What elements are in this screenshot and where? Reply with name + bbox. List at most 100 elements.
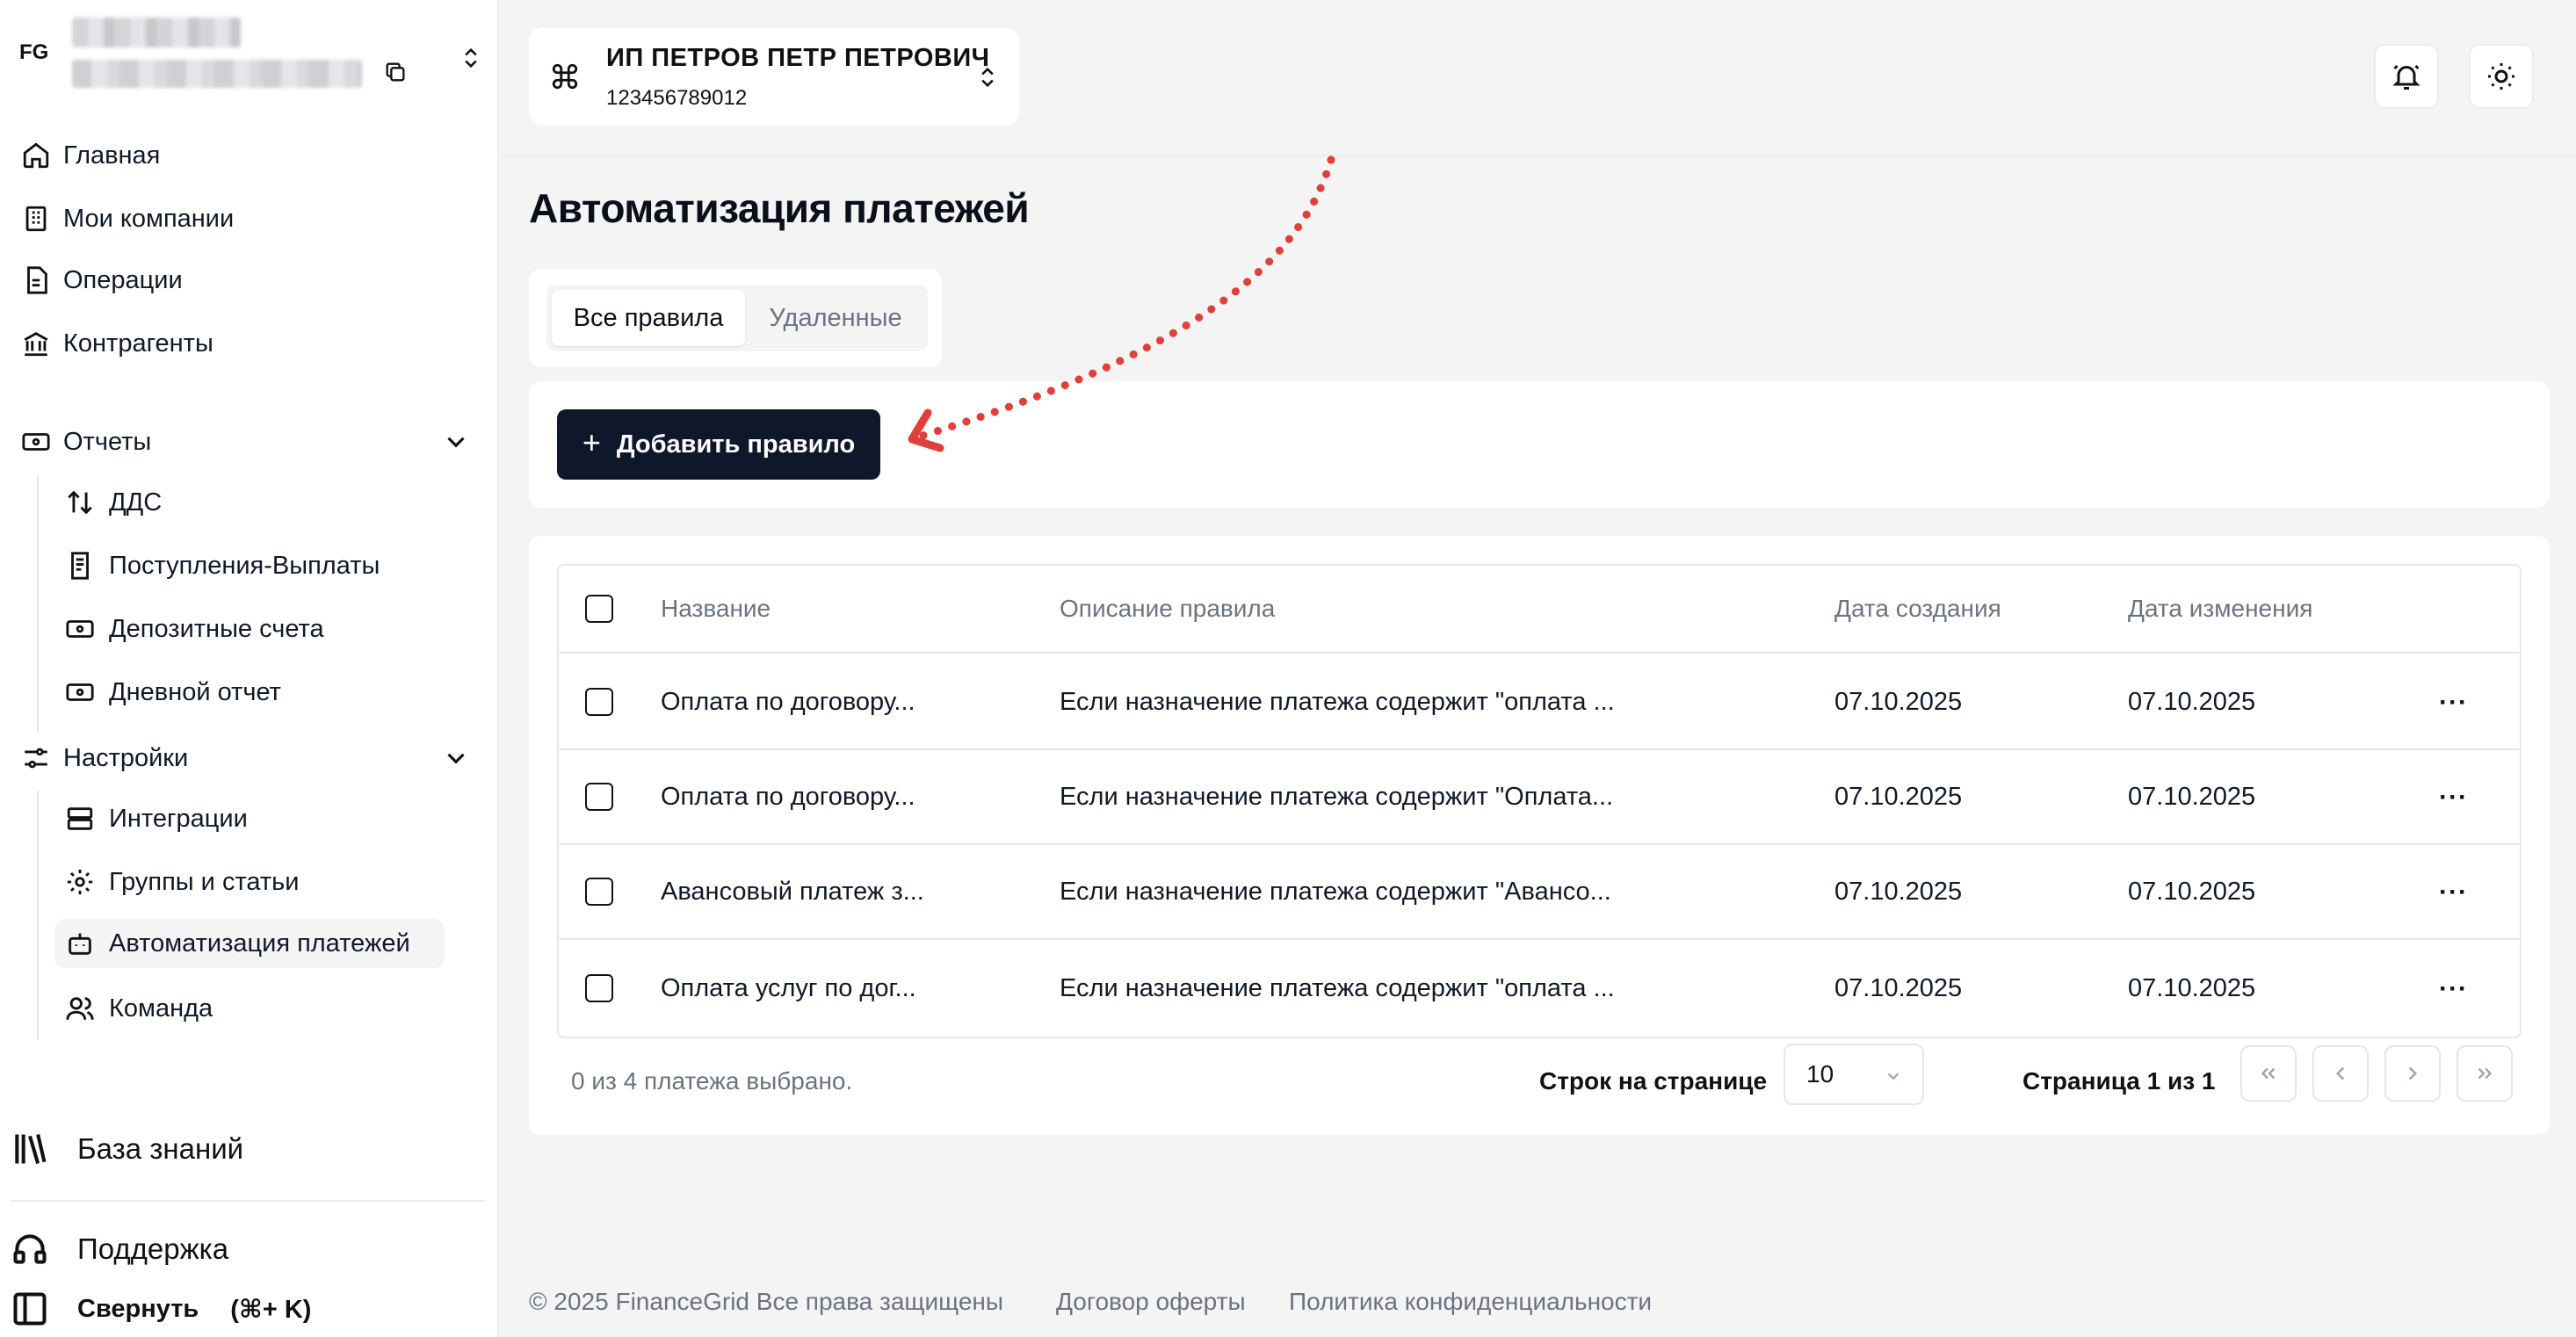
home-icon bbox=[23, 142, 49, 169]
nav-item-knowledge-base[interactable]: База знаний bbox=[11, 1123, 243, 1175]
row-checkbox[interactable] bbox=[585, 688, 613, 716]
sidebar-item-deposits[interactable]: Депозитные счета bbox=[65, 604, 324, 654]
sidebar-item-dds[interactable]: ДДС bbox=[65, 478, 162, 527]
sidebar-item-label: Депозитные счета bbox=[109, 614, 324, 643]
table-row[interactable]: Оплата по договору... Если назначение пл… bbox=[559, 750, 2520, 845]
more-actions-icon[interactable]: ··· bbox=[2439, 878, 2468, 907]
rows-per-page-select[interactable]: 10 bbox=[1784, 1044, 1924, 1105]
nav-item-label: Операции bbox=[63, 265, 183, 294]
table-header-row: Название Описание правила Дата создания … bbox=[559, 566, 2520, 654]
tabs: Все правила Удаленные bbox=[529, 269, 942, 367]
column-header-name[interactable]: Название bbox=[661, 566, 771, 652]
select-all-checkbox[interactable] bbox=[585, 595, 613, 623]
chevron-left-icon bbox=[2336, 1066, 2345, 1080]
notifications-button[interactable] bbox=[2374, 44, 2439, 109]
books-icon bbox=[15, 1134, 47, 1165]
account-switcher[interactable]: FG bbox=[0, 0, 499, 114]
nav-group-reports[interactable]: Отчеты bbox=[21, 418, 151, 466]
server-icon bbox=[67, 807, 93, 830]
add-rule-button[interactable]: + Добавить правило bbox=[557, 409, 880, 480]
collapse-sidebar-button[interactable]: Свернуть (⌘+ K) bbox=[11, 1283, 311, 1335]
nav-item-label: Мои компании bbox=[63, 204, 235, 233]
account-email-redacted bbox=[72, 60, 362, 88]
rule-description: Если назначение платежа содержит "оплата… bbox=[1060, 973, 1615, 1002]
column-header-created[interactable]: Дата создания bbox=[1834, 566, 2001, 652]
nav-item-counterparties[interactable]: Контрагенты bbox=[21, 320, 213, 367]
company-name: ИП ПЕТРОВ ПЕТР ПЕТРОВИЧ bbox=[606, 44, 990, 72]
last-page-button[interactable] bbox=[2457, 1045, 2513, 1102]
nav-group-settings[interactable]: Настройки bbox=[21, 734, 188, 782]
rules-table: Название Описание правила Дата создания … bbox=[557, 564, 2522, 1038]
table-row[interactable]: Авансовый платеж з... Если назначение пл… bbox=[559, 845, 2520, 940]
rule-name: Оплата по договору... bbox=[661, 782, 915, 811]
chevron-updown-icon bbox=[981, 67, 994, 88]
chevron-down-icon[interactable] bbox=[441, 743, 471, 773]
rule-name: Оплата услуг по дог... bbox=[661, 973, 916, 1002]
gear-icon bbox=[67, 869, 93, 895]
first-page-button[interactable] bbox=[2240, 1045, 2297, 1102]
next-page-button[interactable] bbox=[2384, 1045, 2441, 1102]
nav-group-label: Настройки bbox=[63, 743, 189, 772]
sidebar-toggle-icon bbox=[13, 1292, 47, 1326]
theme-toggle-button[interactable] bbox=[2469, 44, 2534, 109]
rows-per-page-value: 10 bbox=[1806, 1060, 1834, 1088]
building-icon bbox=[25, 206, 47, 232]
sidebar-item-receipts[interactable]: Поступления-Выплаты bbox=[65, 541, 380, 590]
chevrons-right-icon bbox=[2478, 1067, 2493, 1080]
more-actions-icon[interactable]: ··· bbox=[2439, 783, 2468, 813]
table-row[interactable]: Оплата услуг по дог... Если назначение п… bbox=[559, 940, 2520, 1037]
sidebar-item-label: Интеграции bbox=[109, 804, 248, 833]
created-date: 07.10.2025 bbox=[1834, 687, 1963, 716]
nav-item-label: Контрагенты bbox=[63, 329, 213, 358]
support-label: Поддержка bbox=[77, 1232, 229, 1265]
more-actions-icon[interactable]: ··· bbox=[2439, 974, 2468, 1004]
selection-info: 0 из 4 платежа выбрано. bbox=[571, 1067, 853, 1095]
company-switcher[interactable]: ИП ПЕТРОВ ПЕТР ПЕТРОВИЧ 123456789012 bbox=[529, 28, 1019, 125]
created-date: 07.10.2025 bbox=[1834, 877, 1963, 906]
rows-per-page-label: Строк на странице bbox=[1539, 1067, 1768, 1095]
row-checkbox[interactable] bbox=[585, 974, 613, 1002]
account-name-redacted bbox=[72, 18, 241, 47]
sun-icon bbox=[2488, 63, 2514, 90]
sliders-icon bbox=[25, 748, 47, 769]
row-checkbox[interactable] bbox=[585, 878, 613, 906]
sidebar: FG Главная Мои компании Операции Контраг… bbox=[0, 0, 499, 1337]
arrows-updown-icon bbox=[68, 490, 92, 515]
company-inn: 123456789012 bbox=[606, 86, 748, 110]
sidebar-item-integrations[interactable]: Интеграции bbox=[65, 794, 248, 843]
nav-item-home[interactable]: Главная bbox=[21, 132, 160, 179]
footer-copyright: © 2025 FinanceGrid Все права защищены bbox=[529, 1288, 1003, 1315]
command-icon bbox=[552, 63, 578, 90]
column-header-modified[interactable]: Дата изменения bbox=[2128, 566, 2312, 652]
sidebar-item-payment-automation[interactable]: Автоматизация платежей bbox=[54, 919, 445, 968]
nav-item-companies[interactable]: Мои компании bbox=[21, 195, 234, 242]
footer-offer-link[interactable]: Договор оферты bbox=[1056, 1284, 1246, 1319]
modified-date: 07.10.2025 bbox=[2128, 782, 2256, 811]
table-row[interactable]: Оплата по договору... Если назначение пл… bbox=[559, 655, 2520, 750]
created-date: 07.10.2025 bbox=[1834, 782, 1963, 811]
chevron-down-icon[interactable] bbox=[441, 427, 471, 457]
copy-icon[interactable] bbox=[383, 60, 408, 84]
add-rule-label: Добавить правило bbox=[616, 430, 856, 459]
column-header-description[interactable]: Описание правила bbox=[1060, 566, 1275, 652]
tree-line bbox=[37, 791, 39, 1040]
sidebar-item-daily-report[interactable]: Дневной отчет bbox=[65, 668, 281, 717]
modified-date: 07.10.2025 bbox=[2128, 877, 2256, 906]
row-checkbox[interactable] bbox=[585, 783, 613, 811]
sidebar-item-label: Автоматизация платежей bbox=[109, 929, 410, 958]
sidebar-item-groups[interactable]: Группы и статьи bbox=[65, 857, 299, 907]
footer-privacy-link[interactable]: Политика конфиденциальности bbox=[1289, 1284, 1652, 1319]
previous-page-button[interactable] bbox=[2312, 1045, 2369, 1102]
modified-date: 07.10.2025 bbox=[2128, 687, 2256, 716]
nav-item-support[interactable]: Поддержка bbox=[11, 1223, 228, 1276]
chevrons-left-icon bbox=[2261, 1067, 2276, 1080]
annotation-arrow bbox=[908, 155, 1335, 452]
tree-line bbox=[37, 474, 39, 733]
sidebar-item-team[interactable]: Команда bbox=[65, 984, 213, 1033]
nav-item-operations[interactable]: Операции bbox=[21, 257, 183, 304]
action-panel: + Добавить правило bbox=[529, 381, 2550, 508]
tab-all-rules[interactable]: Все правила bbox=[552, 290, 745, 346]
more-actions-icon[interactable]: ··· bbox=[2439, 688, 2468, 718]
chevron-updown-icon[interactable] bbox=[459, 42, 483, 74]
users-icon bbox=[66, 997, 94, 1020]
